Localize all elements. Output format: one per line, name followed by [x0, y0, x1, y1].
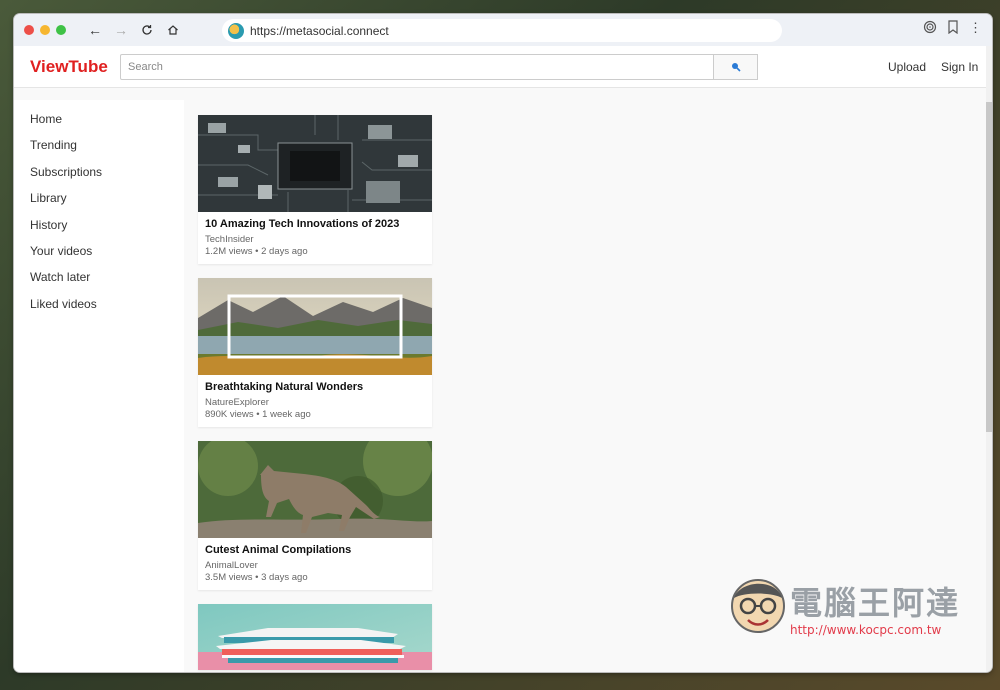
browser-actions: ⋮ [923, 20, 982, 37]
video-title[interactable]: Cutest Animal Compilations [205, 544, 425, 556]
sidebar-item-subscriptions[interactable]: Subscriptions [14, 159, 184, 185]
search-button[interactable] [714, 54, 758, 80]
sidebar-item-library[interactable]: Library [14, 185, 184, 211]
more-menu-icon[interactable]: ⋮ [969, 20, 982, 37]
address-bar[interactable]: https://metasocial.connect [222, 19, 782, 42]
video-feed: 10 Amazing Tech Innovations of 2023 Tech… [198, 115, 432, 672]
sidebar-item-liked-videos[interactable]: Liked videos [14, 291, 184, 317]
video-meta: 3.5M views • 3 days ago [205, 572, 308, 583]
sidebar-item-trending[interactable]: Trending [14, 132, 184, 158]
back-arrow-icon[interactable]: ← [84, 19, 106, 41]
bookmark-icon[interactable] [947, 20, 959, 37]
watermark: 電腦王阿達 http://www.kocpc.com.tw [728, 576, 976, 646]
video-thumbnail-circuit-board[interactable] [198, 115, 432, 212]
url-text: https://metasocial.connect [250, 23, 389, 38]
site-favicon-icon [228, 22, 244, 39]
video-card[interactable]: Cutest Animal Compilations AnimalLover 3… [198, 441, 432, 590]
video-card[interactable] [198, 604, 432, 670]
sidebar: Home Trending Subscriptions Library Hist… [14, 100, 184, 672]
browser-window: ← → https://metasocial.connect ⋮ ViewTub… [14, 14, 992, 672]
minimize-window-button[interactable] [40, 25, 50, 35]
video-meta: 890K views • 1 week ago [205, 409, 311, 420]
viewtube-logo[interactable]: ViewTube [30, 57, 108, 77]
video-card[interactable]: Breathtaking Natural Wonders NatureExplo… [198, 278, 432, 427]
home-icon[interactable] [162, 19, 184, 41]
video-meta: 1.2M views • 2 days ago [205, 246, 308, 257]
video-channel[interactable]: TechInsider [205, 234, 425, 245]
maximize-window-button[interactable] [56, 25, 66, 35]
window-controls [24, 25, 66, 35]
video-card[interactable]: 10 Amazing Tech Innovations of 2023 Tech… [198, 115, 432, 264]
video-thumbnail-mountain-lake[interactable] [198, 278, 432, 375]
search-icon [731, 63, 741, 72]
video-channel[interactable]: AnimalLover [205, 560, 425, 571]
video-thumbnail-building[interactable] [198, 604, 432, 670]
app-header: ViewTube Upload Sign In [14, 46, 992, 88]
sidebar-item-your-videos[interactable]: Your videos [14, 238, 184, 264]
close-window-button[interactable] [24, 25, 34, 35]
reload-icon[interactable] [136, 19, 158, 41]
sidebar-item-home[interactable]: Home [14, 106, 184, 132]
watermark-title: 電腦王阿達 [790, 584, 961, 622]
video-channel[interactable]: NatureExplorer [205, 397, 425, 408]
sidebar-item-history[interactable]: History [14, 212, 184, 238]
spiral-extension-icon[interactable] [923, 20, 937, 37]
search-input[interactable] [120, 54, 714, 80]
upload-link[interactable]: Upload [888, 60, 926, 74]
scrollbar-thumb[interactable] [986, 102, 992, 432]
browser-toolbar: ← → https://metasocial.connect ⋮ [14, 14, 992, 46]
forward-arrow-icon[interactable]: → [110, 19, 132, 41]
video-title[interactable]: Breathtaking Natural Wonders [205, 381, 425, 393]
sign-in-link[interactable]: Sign In [941, 60, 978, 74]
video-thumbnail-wolf[interactable] [198, 441, 432, 538]
mascot-face-icon [731, 579, 785, 633]
video-title[interactable]: 10 Amazing Tech Innovations of 2023 [205, 218, 425, 230]
watermark-url: http://www.kocpc.com.tw [790, 623, 942, 637]
sidebar-item-watch-later[interactable]: Watch later [14, 264, 184, 290]
